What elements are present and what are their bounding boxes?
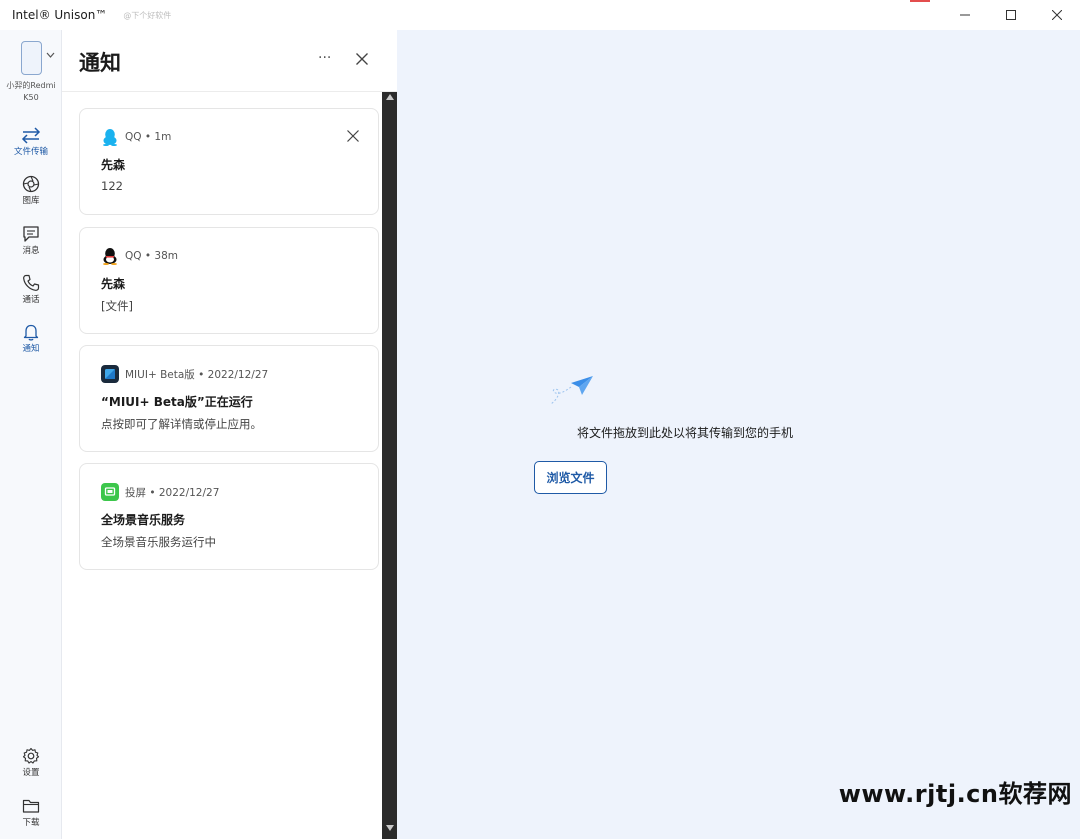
more-options-button[interactable]: ··· (318, 50, 331, 66)
gallery-icon (22, 175, 40, 193)
minimize-icon (960, 14, 970, 16)
close-panel-icon[interactable] (356, 53, 368, 65)
notification-body: 点按即可了解详情或停止应用。 (101, 417, 262, 431)
nav-label: 文件传输 (13, 147, 48, 157)
nav-item-downloads[interactable]: 下载 (0, 797, 62, 829)
notification-title: 先森 (101, 158, 126, 172)
notification-title: “MIUI+ Beta版”正在运行 (101, 395, 253, 409)
nav-label: 下载 (22, 818, 40, 828)
paper-plane-icon (550, 376, 593, 405)
top-watermark: @下个好软件 (123, 10, 172, 20)
nav-item-file-transfer[interactable]: 文件传输 (0, 126, 62, 158)
nav-label: 通话 (22, 295, 40, 305)
file-drop-area[interactable]: 将文件拖放到此处以将其传输到您的手机 浏览文件 www.rjtj.cn软荐网 (397, 30, 1080, 839)
scroll-down-arrow-icon[interactable] (386, 825, 394, 831)
notification-app-meta: QQ • 38m (125, 250, 178, 262)
notification-title: 先森 (101, 277, 126, 291)
notification-body: [文件] (101, 299, 133, 313)
bell-icon (23, 324, 39, 341)
transfer-icon (21, 127, 41, 144)
notification-body: 全场景音乐服务运行中 (101, 535, 216, 549)
minimize-button[interactable] (942, 0, 988, 30)
app-title: Intel® Unison™ (12, 8, 108, 22)
notification-app-row: QQ • 38m (101, 247, 178, 265)
notification-app-meta: QQ • 1m (125, 131, 172, 143)
message-icon (23, 226, 39, 242)
nav-item-calls[interactable]: 通话 (0, 274, 62, 306)
scroll-up-arrow-icon[interactable] (386, 94, 394, 100)
drop-instructions: 将文件拖放到此处以将其传输到您的手机 (576, 426, 793, 440)
device-name: 小羿的Redmi K50 (6, 81, 56, 102)
nav-rail: 小羿的Redmi K50 文件传输 图库 消息 通话 通知 设置 下载 (0, 30, 62, 839)
close-window-button[interactable] (1034, 0, 1080, 30)
phone-icon (23, 274, 40, 291)
nav-item-messages[interactable]: 消息 (0, 225, 62, 257)
notification-app-row: QQ • 1m (101, 128, 171, 146)
notification-card[interactable]: MIUI+ Beta版 • 2022/12/27 “MIUI+ Beta版”正在… (79, 345, 379, 452)
panel-title: 通知 (79, 51, 121, 75)
site-watermark: www.rjtj.cn软荐网 (838, 780, 1072, 808)
notification-app-meta: MIUI+ Beta版 • 2022/12/27 (125, 368, 269, 381)
dismiss-notification-icon[interactable] (347, 130, 359, 142)
browse-files-button[interactable]: 浏览文件 (534, 461, 607, 494)
folder-icon (22, 799, 40, 813)
nav-label: 消息 (22, 246, 40, 256)
cast-icon (101, 483, 119, 501)
titlebar-accent-mark (910, 0, 930, 2)
title-bar: Intel® Unison™ @下个好软件 (0, 0, 1080, 30)
miui-icon (101, 365, 119, 383)
maximize-button[interactable] (988, 0, 1034, 30)
notification-app-meta: 投屏 • 2022/12/27 (125, 486, 220, 499)
notification-body: 122 (101, 179, 123, 193)
window-controls (942, 0, 1080, 30)
notification-app-row: MIUI+ Beta版 • 2022/12/27 (101, 365, 268, 383)
nav-item-settings[interactable]: 设置 (0, 747, 62, 779)
notification-title: 全场景音乐服务 (101, 513, 186, 527)
qq-bw-icon (101, 247, 119, 265)
panel-header: 通知 ··· (62, 30, 397, 92)
nav-label: 图库 (22, 196, 40, 206)
close-icon (1052, 10, 1062, 20)
phone-device-icon (21, 41, 42, 75)
nav-item-gallery[interactable]: 图库 (0, 175, 62, 207)
nav-item-notifications[interactable]: 通知 (0, 323, 62, 355)
notification-card[interactable]: 投屏 • 2022/12/27 全场景音乐服务 全场景音乐服务运行中 (79, 463, 379, 570)
chevron-down-icon (46, 52, 55, 58)
maximize-icon (1006, 10, 1016, 20)
notification-card[interactable]: QQ • 38m 先森 [文件] (79, 227, 379, 334)
scrollbar[interactable] (382, 92, 397, 839)
gear-icon (22, 747, 40, 764)
nav-label: 通知 (22, 344, 40, 354)
notification-card[interactable]: QQ • 1m 先森 122 (79, 108, 379, 215)
nav-label: 设置 (22, 768, 40, 778)
notification-app-row: 投屏 • 2022/12/27 (101, 483, 219, 501)
notification-panel: 通知 ··· QQ • 1m 先森 122 QQ • 38m 先森 [文件] M… (62, 30, 397, 839)
qq-color-icon (101, 128, 119, 146)
